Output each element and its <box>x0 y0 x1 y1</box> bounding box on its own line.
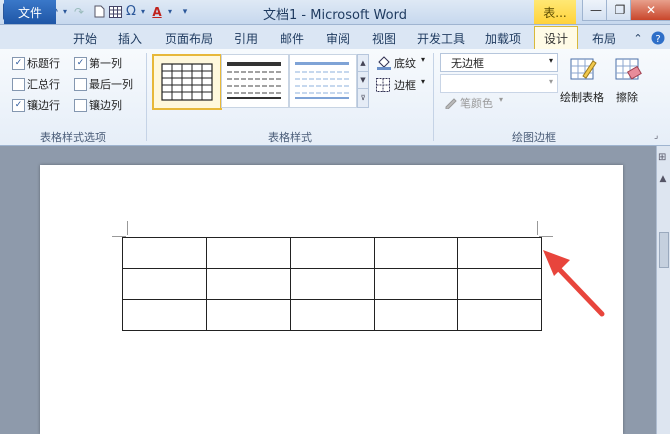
dialog-launcher-icon[interactable]: ⌟ <box>654 131 664 141</box>
tab-mailings[interactable]: 邮件 <box>274 27 310 49</box>
last-column-checkbox[interactable] <box>74 78 87 91</box>
help-icon[interactable]: ? <box>650 27 666 49</box>
svg-text:?: ? <box>655 34 660 45</box>
tab-references[interactable]: 引用 <box>228 27 264 49</box>
table-style-grid-thumbnail[interactable] <box>152 54 222 110</box>
total-row-label: 汇总行 <box>27 78 60 91</box>
table-cell[interactable] <box>206 237 291 269</box>
shading-label[interactable]: 底纹 <box>394 55 416 71</box>
table-tools-context-label: 表... <box>534 0 576 24</box>
border-weight-select[interactable]: ▾ <box>440 74 558 93</box>
borders-icon[interactable] <box>376 78 392 92</box>
table-cell[interactable] <box>122 299 207 331</box>
tab-page-layout[interactable]: 页面布局 <box>158 27 220 49</box>
scrollbar-thumb[interactable] <box>659 232 669 268</box>
table-cell[interactable] <box>122 237 207 269</box>
banded-columns-checkbox[interactable] <box>74 99 87 112</box>
gallery-scroll-up-icon[interactable]: ▲ <box>357 54 369 72</box>
table-cell[interactable] <box>457 268 542 300</box>
banded-rows-label: 镶边行 <box>27 99 60 112</box>
close-icon[interactable]: ✕ <box>630 0 670 21</box>
ruler-toggle-icon[interactable]: ⊞ <box>658 152 668 166</box>
table-cell[interactable] <box>206 299 291 331</box>
table-cell[interactable] <box>206 268 291 300</box>
table-cell[interactable] <box>290 268 375 300</box>
eraser-label[interactable]: 擦除 <box>616 89 638 105</box>
draw-borders-group-label: 绘图边框 <box>512 131 556 144</box>
first-column-checkbox[interactable]: ✓ <box>74 57 87 70</box>
table-cell[interactable] <box>290 299 375 331</box>
table-style-options-group-label: 表格样式选项 <box>40 131 106 144</box>
watermark-url: jingyan.baidu.com <box>514 400 616 413</box>
annotation-arrow <box>543 250 605 317</box>
crop-mark <box>537 221 538 235</box>
crop-mark <box>539 236 553 237</box>
total-row-checkbox[interactable] <box>12 78 25 91</box>
table-cell[interactable] <box>374 237 458 269</box>
header-row-checkbox[interactable]: ✓ <box>12 57 25 70</box>
draw-table-label[interactable]: 绘制表格 <box>560 89 604 105</box>
crop-mark <box>112 236 126 237</box>
tab-view[interactable]: 视图 <box>366 27 402 49</box>
borders-dropdown-icon[interactable]: ▾ <box>421 77 425 86</box>
border-style-value: 无边框 <box>451 57 484 70</box>
tab-layout[interactable]: 布局 <box>584 27 624 49</box>
table-cell[interactable] <box>122 268 207 300</box>
first-column-label: 第一列 <box>89 57 122 70</box>
table-cell[interactable] <box>374 299 458 331</box>
border-weight-dropdown-icon[interactable]: ▾ <box>549 77 553 86</box>
group-separator <box>146 53 147 141</box>
eraser-icon[interactable] <box>614 56 642 82</box>
header-row-label: 标题行 <box>27 57 60 70</box>
crop-mark <box>127 221 128 235</box>
pen-color-icon[interactable] <box>444 97 458 110</box>
tab-design[interactable]: 设计 <box>534 26 578 50</box>
table-cell[interactable] <box>457 237 542 269</box>
tab-file[interactable]: 文件 <box>4 0 56 24</box>
tab-developer[interactable]: 开发工具 <box>410 27 472 49</box>
tab-add-ins[interactable]: 加载项 <box>478 27 528 49</box>
gallery-scroll-down-icon[interactable]: ▼ <box>357 71 369 89</box>
baidu-watermark: Bai经验 jingyan.baidu.com <box>512 358 662 428</box>
border-style-select[interactable]: 无边框 ▾ <box>440 53 558 72</box>
border-style-dropdown-icon[interactable]: ▾ <box>549 56 553 65</box>
last-column-label: 最后一列 <box>89 78 133 91</box>
borders-label[interactable]: 边框 <box>394 77 416 93</box>
table-cell[interactable] <box>374 268 458 300</box>
pen-color-label[interactable]: 笔颜色 <box>460 95 493 111</box>
minimize-ribbon-icon[interactable]: ⌃ <box>630 27 646 49</box>
banded-columns-label: 镶边列 <box>89 99 122 112</box>
group-separator <box>433 53 434 141</box>
pen-color-dropdown-icon[interactable]: ▾ <box>499 95 503 104</box>
draw-table-icon[interactable] <box>569 56 597 82</box>
shading-dropdown-icon[interactable]: ▾ <box>421 55 425 64</box>
table-style-light-thumbnail[interactable] <box>289 54 357 108</box>
gallery-expand-icon[interactable]: ⊽ <box>357 88 369 108</box>
tab-home[interactable]: 开始 <box>66 27 104 49</box>
tab-review[interactable]: 审阅 <box>320 27 356 49</box>
watermark-logo-text: Bai经验 <box>514 364 610 392</box>
shading-bucket-icon[interactable] <box>376 56 392 70</box>
scroll-up-icon[interactable]: ▲ <box>658 174 668 184</box>
banded-rows-checkbox[interactable]: ✓ <box>12 99 25 112</box>
tab-insert[interactable]: 插入 <box>112 27 148 49</box>
document-table[interactable] <box>122 237 542 331</box>
table-cell[interactable] <box>457 299 542 331</box>
table-cell[interactable] <box>290 237 375 269</box>
table-style-plain-thumbnail[interactable] <box>221 54 289 108</box>
table-styles-group-label: 表格样式 <box>268 131 312 144</box>
